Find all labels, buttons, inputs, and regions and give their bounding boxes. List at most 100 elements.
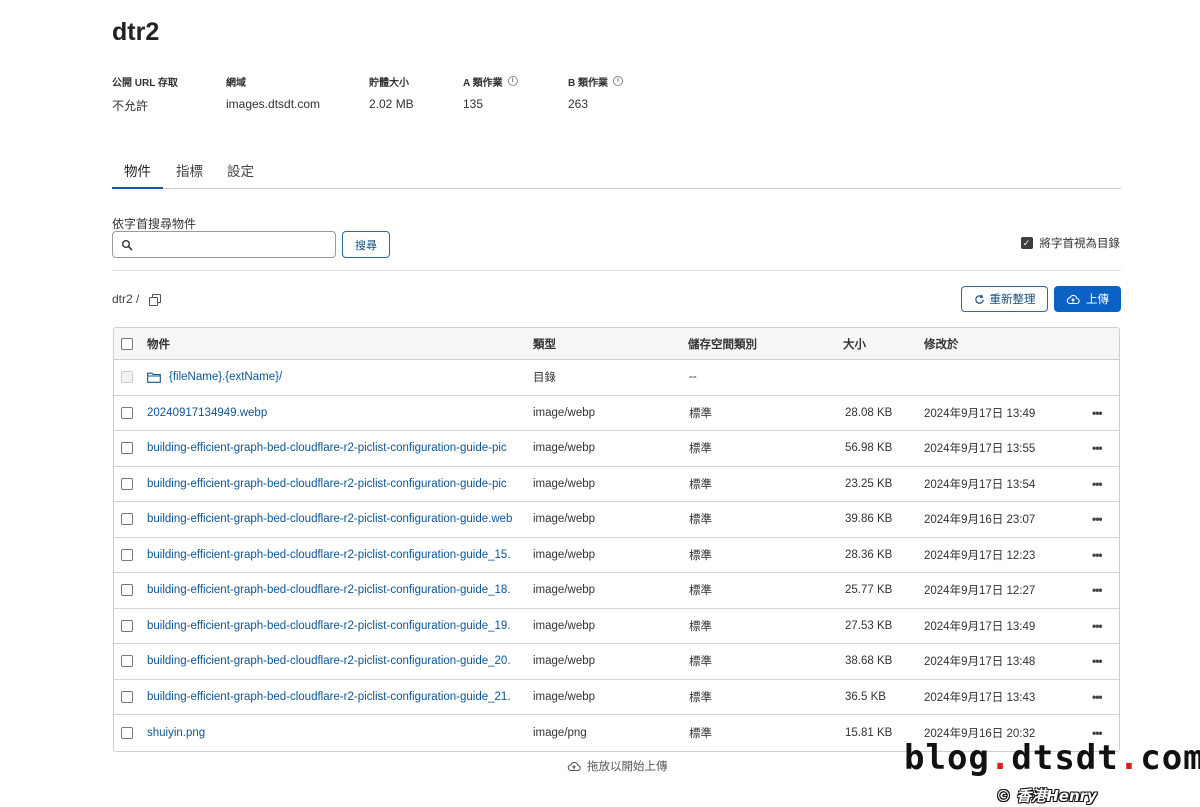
table-row[interactable]: building-efficient-graph-bed-cloudflare-…	[114, 537, 1119, 573]
refresh-icon	[974, 293, 984, 304]
objects-table: 物件 類型 儲存空間類別 大小 修改於 {fileName}.{extName}…	[113, 327, 1120, 752]
object-link[interactable]: building-efficient-graph-bed-cloudflare-…	[147, 478, 507, 490]
cell-size: 56.98 KB	[845, 442, 893, 455]
meta-class-b: B 類作業 i 263	[568, 74, 623, 111]
more-actions-icon[interactable]: •••	[1092, 441, 1102, 455]
row-checkbox-cell	[121, 548, 133, 561]
more-actions-icon[interactable]: •••	[1092, 512, 1102, 526]
select-all-cell	[121, 337, 133, 350]
row-checkbox[interactable]	[121, 619, 133, 632]
more-actions-icon[interactable]: •••	[1092, 583, 1102, 597]
meta-label: 公開 URL 存取	[112, 74, 178, 89]
refresh-label: 重新整理	[989, 294, 1036, 306]
cell-storage-class: 標準	[689, 549, 712, 562]
folder-link[interactable]: {fileName}.{extName}/	[169, 371, 282, 383]
checkbox-checked-icon[interactable]: ✓	[1020, 237, 1033, 249]
header-size[interactable]: 大小	[843, 336, 866, 352]
row-checkbox-cell	[121, 690, 133, 703]
bucket-meta: 公開 URL 存取 不允許 網域 images.dtsdt.com 貯體大小 2…	[112, 74, 812, 124]
info-icon[interactable]: i	[507, 76, 518, 86]
cell-type: image/webp	[533, 690, 596, 703]
refresh-button[interactable]: 重新整理	[961, 286, 1048, 312]
cell-size: 27.53 KB	[845, 619, 893, 632]
cell-size: 36.5 KB	[845, 690, 886, 703]
table-row[interactable]: building-efficient-graph-bed-cloudflare-…	[114, 502, 1119, 538]
cell-type: image/webp	[533, 513, 596, 526]
more-actions-icon[interactable]: •••	[1092, 477, 1102, 491]
row-checkbox[interactable]	[121, 548, 133, 561]
object-link[interactable]: building-efficient-graph-bed-cloudflare-…	[147, 513, 512, 525]
meta-class-a: A 類作業 i 135	[463, 74, 518, 111]
header-type[interactable]: 類型	[533, 336, 556, 352]
prefix-as-directory-toggle[interactable]: ✓ 將字首視為目錄	[1020, 235, 1120, 251]
row-checkbox[interactable]	[121, 477, 133, 490]
object-link[interactable]: building-efficient-graph-bed-cloudflare-…	[147, 584, 511, 596]
table-row[interactable]: building-efficient-graph-bed-cloudflare-…	[114, 608, 1119, 644]
object-link[interactable]: building-efficient-graph-bed-cloudflare-…	[147, 549, 511, 561]
header-name[interactable]: 物件	[147, 336, 533, 352]
row-checkbox[interactable]	[121, 584, 133, 597]
object-name-cell: building-efficient-graph-bed-cloudflare-…	[147, 655, 533, 667]
cell-type: image/webp	[533, 406, 596, 419]
table-row[interactable]: 20240917134949.webp image/webp 標準 28.08 KB 2…	[114, 395, 1119, 431]
more-actions-icon[interactable]: •••	[1092, 406, 1102, 420]
row-checkbox[interactable]	[121, 726, 133, 739]
row-checkbox[interactable]	[121, 406, 133, 419]
table-row[interactable]: building-efficient-graph-bed-cloudflare-…	[114, 679, 1119, 715]
cell-size: 25.77 KB	[845, 584, 893, 597]
search-field[interactable]	[112, 231, 336, 258]
row-checkbox-cell	[121, 726, 133, 739]
object-link[interactable]: building-efficient-graph-bed-cloudflare-…	[147, 442, 507, 454]
folder-name-cell: {fileName}.{extName}/	[147, 371, 533, 383]
cell-storage-class: 標準	[689, 585, 712, 598]
cell-size: 39.86 KB	[845, 513, 893, 526]
cell-type: image/webp	[533, 655, 596, 668]
select-all-checkbox[interactable]	[121, 337, 133, 350]
more-actions-icon[interactable]: •••	[1092, 654, 1102, 668]
object-link[interactable]: building-efficient-graph-bed-cloudflare-…	[147, 655, 511, 667]
table-row[interactable]: building-efficient-graph-bed-cloudflare-…	[114, 573, 1119, 609]
drop-zone-label: 拖放以開始上傳	[587, 761, 668, 773]
watermark-credit: © 香港Henry	[996, 787, 1097, 805]
object-link[interactable]: building-efficient-graph-bed-cloudflare-…	[147, 691, 511, 703]
cell-modified: 2024年9月17日 13:43	[924, 691, 1036, 704]
folder-row[interactable]: {fileName}.{extName}/ 目錄 --	[114, 360, 1119, 396]
tab-metrics[interactable]: 指標	[176, 160, 203, 189]
search-input[interactable]	[139, 235, 329, 254]
more-actions-icon[interactable]: •••	[1092, 548, 1102, 562]
cell-modified: 2024年9月17日 12:27	[924, 585, 1036, 598]
cell-storage-class: 標準	[689, 478, 712, 491]
folder-icon	[147, 372, 161, 383]
cell-storage-class: 標準	[689, 514, 712, 527]
upload-button[interactable]: 上傳	[1054, 286, 1121, 312]
cell-storage-class: 標準	[689, 656, 712, 669]
info-icon[interactable]: i	[613, 76, 623, 86]
cell-type: image/webp	[533, 584, 596, 597]
row-checkbox-cell	[121, 406, 133, 419]
header-storage-class[interactable]: 儲存空間類別	[688, 336, 757, 352]
rows-container: 20240917134949.webp image/webp 標準 28.08 KB 2…	[114, 395, 1119, 751]
header-modified[interactable]: 修改於	[924, 336, 959, 352]
cell-size: 28.08 KB	[845, 406, 893, 419]
row-checkbox[interactable]	[121, 513, 133, 526]
table-row[interactable]: building-efficient-graph-bed-cloudflare-…	[114, 466, 1119, 502]
breadcrumb-path[interactable]: dtr2 /	[112, 292, 139, 306]
meta-label-text: 公開 URL 存取	[112, 77, 178, 89]
row-checkbox[interactable]	[121, 655, 133, 668]
table-row[interactable]: building-efficient-graph-bed-cloudflare-…	[114, 644, 1119, 680]
tab-settings[interactable]: 設定	[227, 160, 254, 189]
object-link[interactable]: building-efficient-graph-bed-cloudflare-…	[147, 620, 511, 632]
row-checkbox[interactable]	[121, 690, 133, 703]
cell-type: image/webp	[533, 548, 596, 561]
tab-objects[interactable]: 物件	[112, 160, 163, 189]
object-link[interactable]: 20240917134949.webp	[147, 407, 267, 419]
row-checkbox-cell	[121, 513, 133, 526]
copy-icon[interactable]	[149, 293, 162, 306]
row-checkbox[interactable]	[121, 442, 133, 455]
more-actions-icon[interactable]: •••	[1092, 690, 1102, 704]
search-button[interactable]: 搜尋	[342, 231, 390, 258]
table-row[interactable]: building-efficient-graph-bed-cloudflare-…	[114, 431, 1119, 467]
object-link[interactable]: shuiyin.png	[147, 727, 205, 739]
drop-zone[interactable]: 拖放以開始上傳	[567, 758, 668, 774]
more-actions-icon[interactable]: •••	[1092, 619, 1102, 633]
